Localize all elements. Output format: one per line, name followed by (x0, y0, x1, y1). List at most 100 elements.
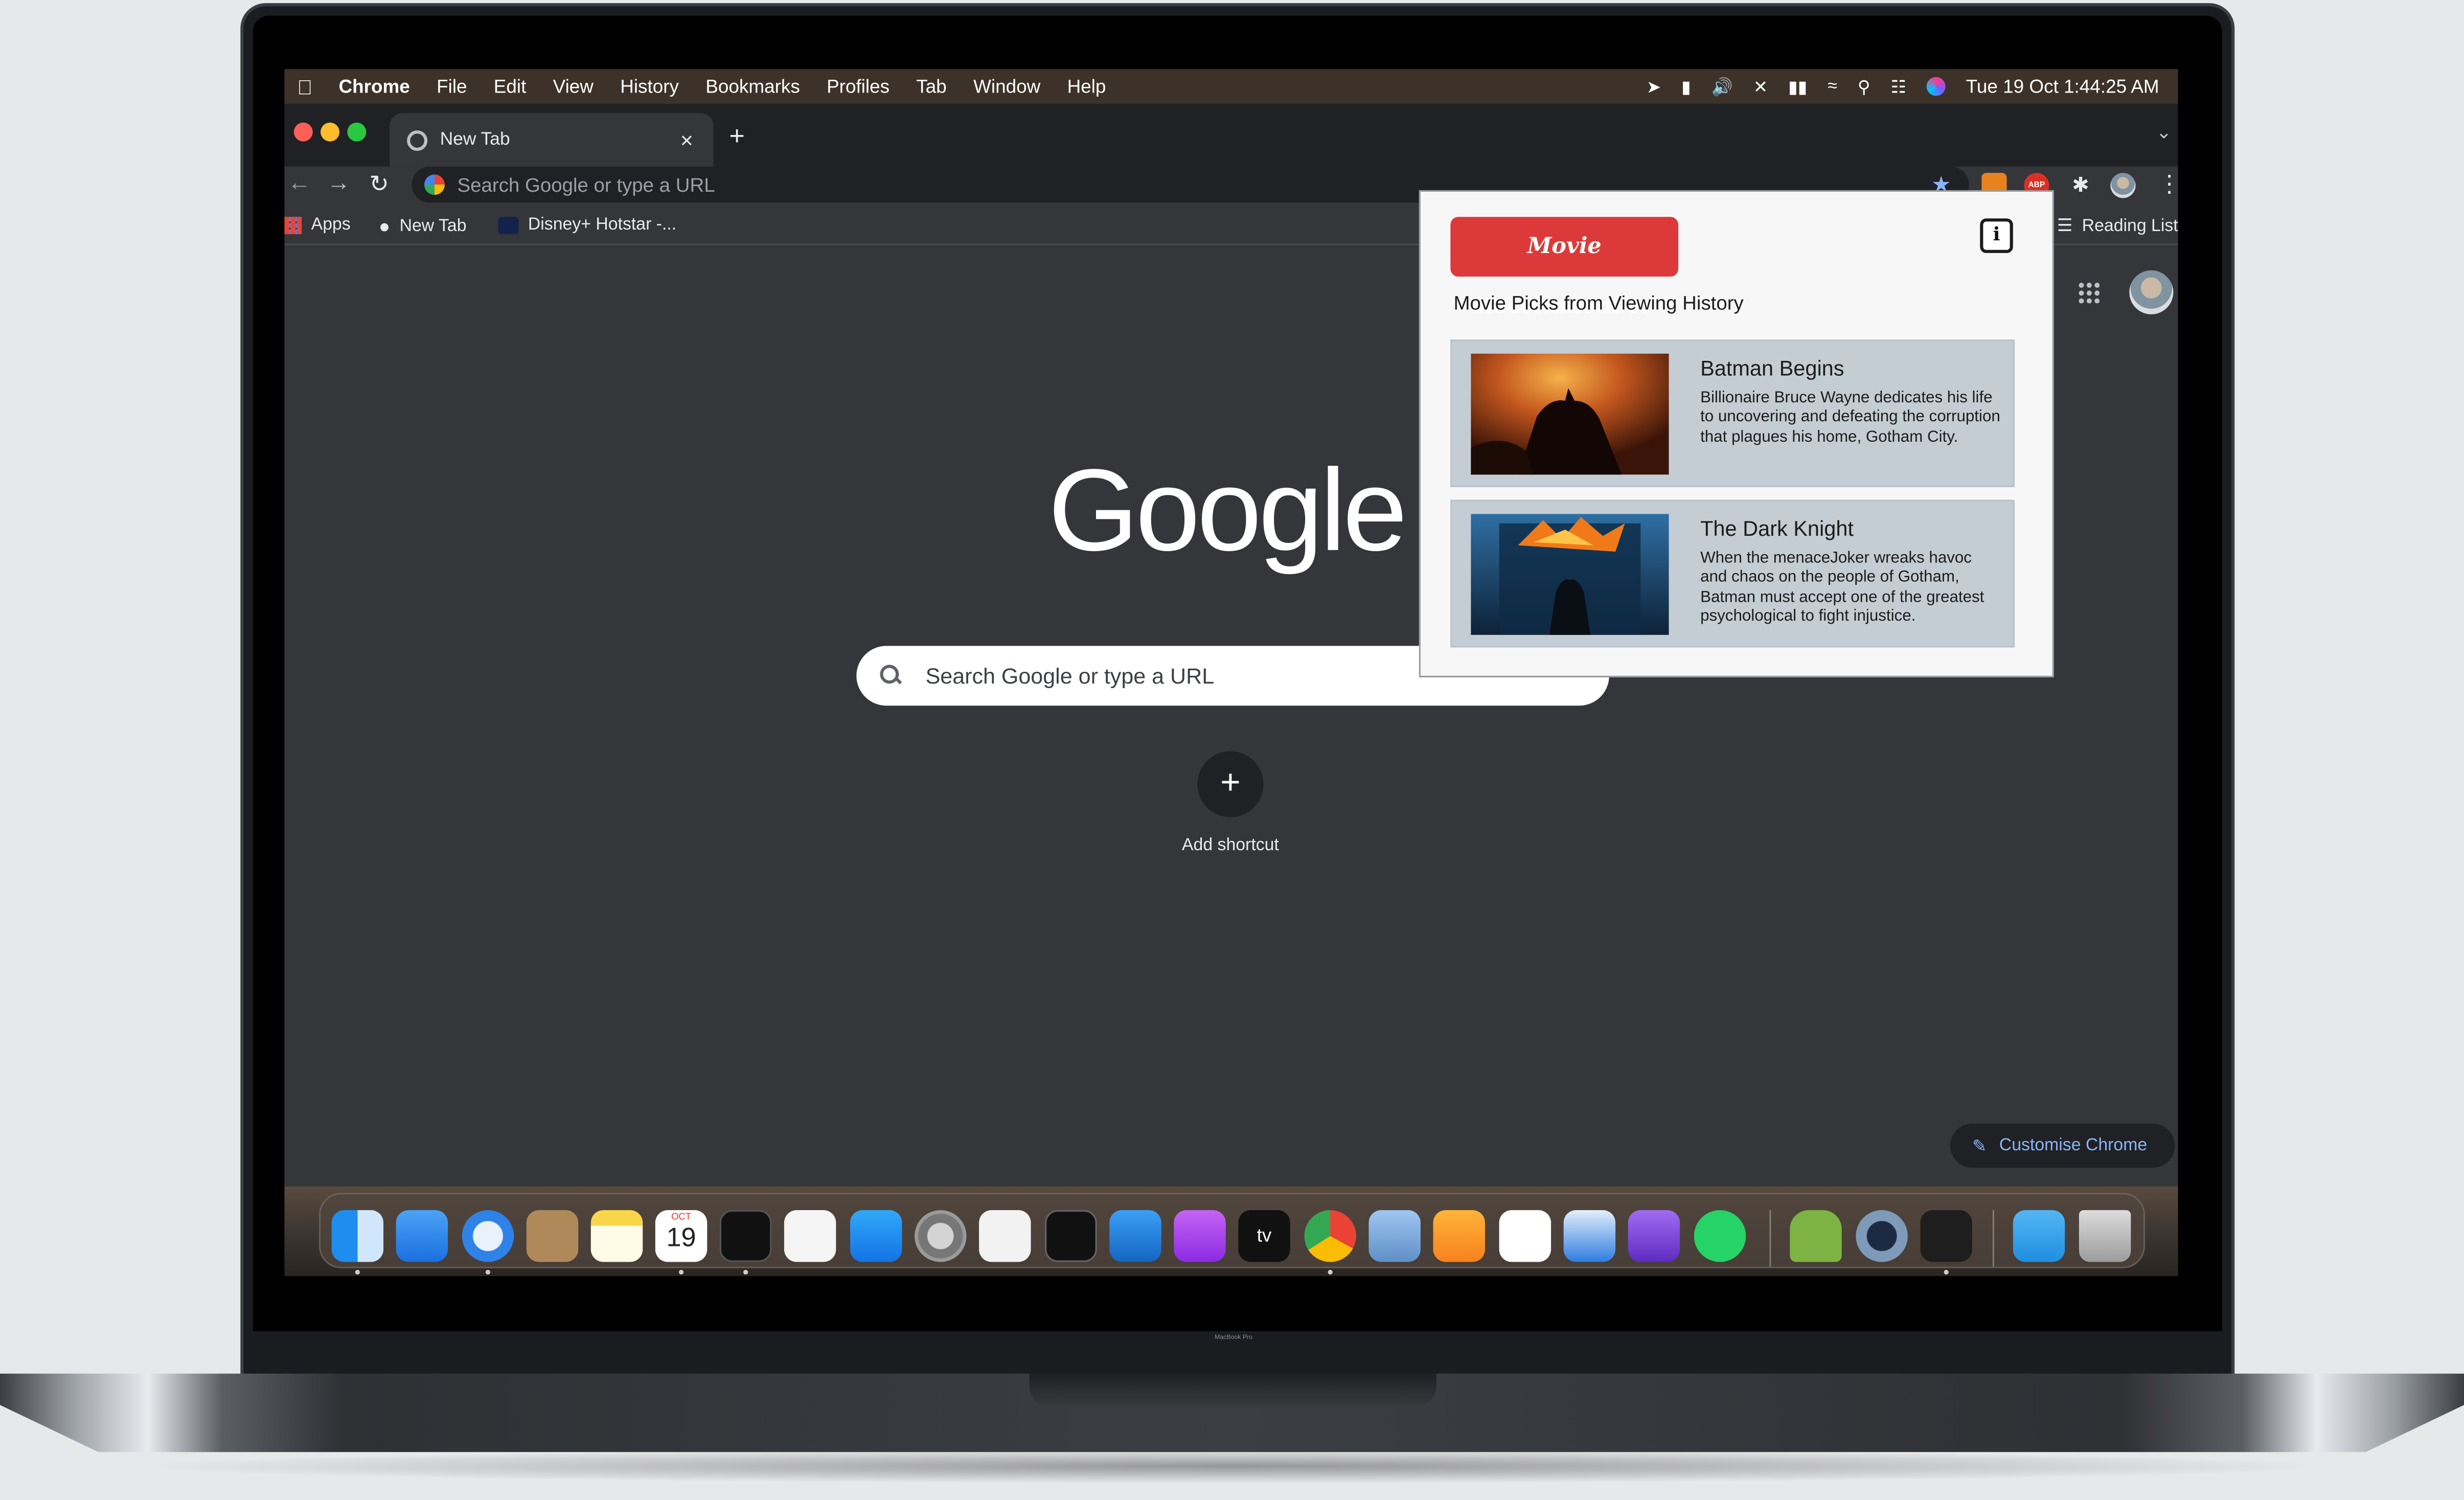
bluetooth-icon[interactable]: ✕ (1753, 76, 1768, 97)
preview-icon[interactable] (1368, 1210, 1421, 1262)
menu-profiles[interactable]: Profiles (813, 76, 903, 98)
info-icon[interactable]: i (1980, 218, 2013, 253)
trash-icon[interactable] (2079, 1210, 2131, 1262)
siri-icon[interactable] (1926, 77, 1946, 96)
reading-list[interactable]: ☰ Reading List (2057, 215, 2178, 236)
menu-icon[interactable]: ⋮ (2158, 170, 2178, 198)
android-studio-icon[interactable] (1790, 1210, 1842, 1262)
bookmark-apps-label: Apps (311, 215, 351, 235)
mouse-icon[interactable]: ▮ (1681, 76, 1691, 97)
movie-recommender-popup: Movie Recommender i Movie Picks from Vie… (1419, 190, 2054, 677)
window-zoom-button[interactable] (347, 122, 367, 142)
menubar-clock[interactable]: Tue 19 Oct 1:44:25 AM (1966, 76, 2159, 98)
menu-bookmarks[interactable]: Bookmarks (692, 76, 813, 98)
movie-title[interactable]: The Dark Knight (1700, 517, 1854, 540)
contacts-icon[interactable] (526, 1210, 579, 1262)
customise-chrome-button[interactable]: ✎ Customise Chrome (1950, 1123, 2175, 1168)
add-shortcut-label[interactable]: Add shortcut (1149, 836, 1312, 855)
window-close-button[interactable] (293, 122, 313, 142)
location-icon[interactable]: ➤ (1647, 76, 1661, 97)
movie-card[interactable]: Batman Begins Billionaire Bruce Wayne de… (1450, 339, 2015, 487)
extensions-icon[interactable]: ✱ (2068, 173, 2093, 198)
stage: MacBook Pro  Chrome File Edit View Hist… (0, 0, 2464, 1499)
figma-icon[interactable] (1920, 1210, 1972, 1262)
downloads-folder-icon[interactable] (2013, 1210, 2065, 1262)
bookmark-new-tab[interactable]: ● New Tab (379, 215, 467, 237)
add-shortcut-button[interactable]: + (1197, 751, 1264, 817)
tab-close-icon[interactable]: × (673, 127, 701, 152)
chrome-favicon-icon (407, 129, 428, 150)
menu-view[interactable]: View (540, 76, 607, 98)
xcode-icon[interactable] (1109, 1210, 1161, 1262)
tab-new-tab[interactable]: New Tab × (390, 113, 714, 167)
wifi-icon[interactable]: ≈ (1828, 77, 1837, 96)
menu-tab[interactable]: Tab (903, 76, 960, 98)
window-minimize-button[interactable] (321, 122, 339, 142)
bookmark-hotstar-label: Disney+ Hotstar -... (528, 215, 677, 235)
running-indicator (485, 1269, 491, 1275)
reminders-icon[interactable] (784, 1210, 836, 1262)
bookmark-apps[interactable]: Apps (284, 215, 351, 235)
apple-icon[interactable]:  (284, 75, 325, 98)
dock-separator (1992, 1210, 1994, 1267)
reading-list-icon: ☰ (2057, 217, 2073, 236)
quicktime-icon[interactable] (1856, 1210, 1908, 1262)
running-indicator (743, 1269, 748, 1275)
search-icon[interactable]: ⚲ (1858, 76, 1870, 97)
reload-icon[interactable]: ↻ (369, 170, 389, 198)
google-logo: Google (1048, 444, 1407, 576)
movie-title[interactable]: Batman Begins (1700, 357, 1844, 380)
globe-icon: ● (378, 215, 391, 238)
back-icon[interactable]: ← (288, 170, 311, 196)
imovie-icon[interactable] (1628, 1210, 1680, 1262)
menu-file[interactable]: File (423, 76, 481, 98)
menu-history[interactable]: History (607, 76, 692, 98)
chrome-tabstrip: New Tab × + ⌄ (284, 103, 2178, 167)
menu-app-name[interactable]: Chrome (325, 76, 423, 98)
menu-edit[interactable]: Edit (481, 76, 540, 98)
running-indicator (678, 1269, 684, 1275)
forward-icon[interactable]: → (327, 170, 350, 196)
omnibox-placeholder: Search Google or type a URL (457, 173, 715, 196)
apps-grid-icon (284, 216, 302, 234)
screen:  Chrome File Edit View History Bookmark… (284, 69, 2178, 1277)
activity-monitor-icon[interactable] (1045, 1210, 1097, 1262)
google-g-icon (424, 174, 445, 195)
movie-description: Billionaire Bruce Wayne dedicates his li… (1700, 390, 2000, 446)
calendar-icon[interactable]: OCT 19 (655, 1210, 708, 1262)
numbers-icon[interactable] (1499, 1210, 1552, 1262)
profile-avatar[interactable] (2110, 173, 2136, 198)
running-indicator (1944, 1269, 1949, 1275)
terminal-icon[interactable] (719, 1210, 772, 1262)
volume-icon[interactable]: 🔊 (1712, 76, 1733, 97)
account-avatar[interactable] (2129, 270, 2174, 314)
tab-search-chevron-icon[interactable]: ⌄ (2156, 121, 2172, 143)
app-store-icon[interactable] (850, 1210, 902, 1262)
chrome-icon[interactable] (1304, 1210, 1356, 1262)
bookmark-hotstar[interactable]: Disney+ Hotstar -... (498, 215, 676, 234)
google-apps-icon[interactable] (2077, 281, 2100, 304)
podcasts-icon[interactable] (1174, 1210, 1226, 1262)
finder-icon[interactable] (331, 1210, 384, 1262)
pages-icon[interactable] (1433, 1210, 1485, 1262)
keynote-icon[interactable] (1563, 1210, 1616, 1262)
bookmark-new-tab-label: New Tab (399, 217, 467, 236)
safari-icon[interactable] (462, 1210, 514, 1262)
control-center-icon[interactable]: ☷ (1891, 76, 1906, 97)
apple-tv-icon[interactable]: tv (1238, 1210, 1290, 1262)
menu-window[interactable]: Window (960, 76, 1054, 98)
notes-icon[interactable] (590, 1210, 643, 1262)
reading-list-label: Reading List (2082, 216, 2178, 235)
vscode-icon[interactable] (979, 1210, 1031, 1262)
running-indicator (355, 1269, 360, 1275)
new-tab-button[interactable]: + (729, 121, 745, 152)
whatsapp-icon[interactable] (1694, 1210, 1746, 1262)
movie-card[interactable]: The Dark Knight When the menaceJoker wre… (1450, 499, 2015, 648)
menu-help[interactable]: Help (1054, 76, 1119, 98)
battery-icon[interactable]: ▮▮ (1788, 76, 1807, 97)
system-preferences-icon[interactable] (915, 1210, 967, 1262)
mail-icon[interactable] (396, 1210, 448, 1262)
macos-dock: OCT 19 tv (284, 1186, 2178, 1277)
laptop-notch (1029, 1373, 1436, 1408)
running-indicator (1328, 1269, 1333, 1275)
